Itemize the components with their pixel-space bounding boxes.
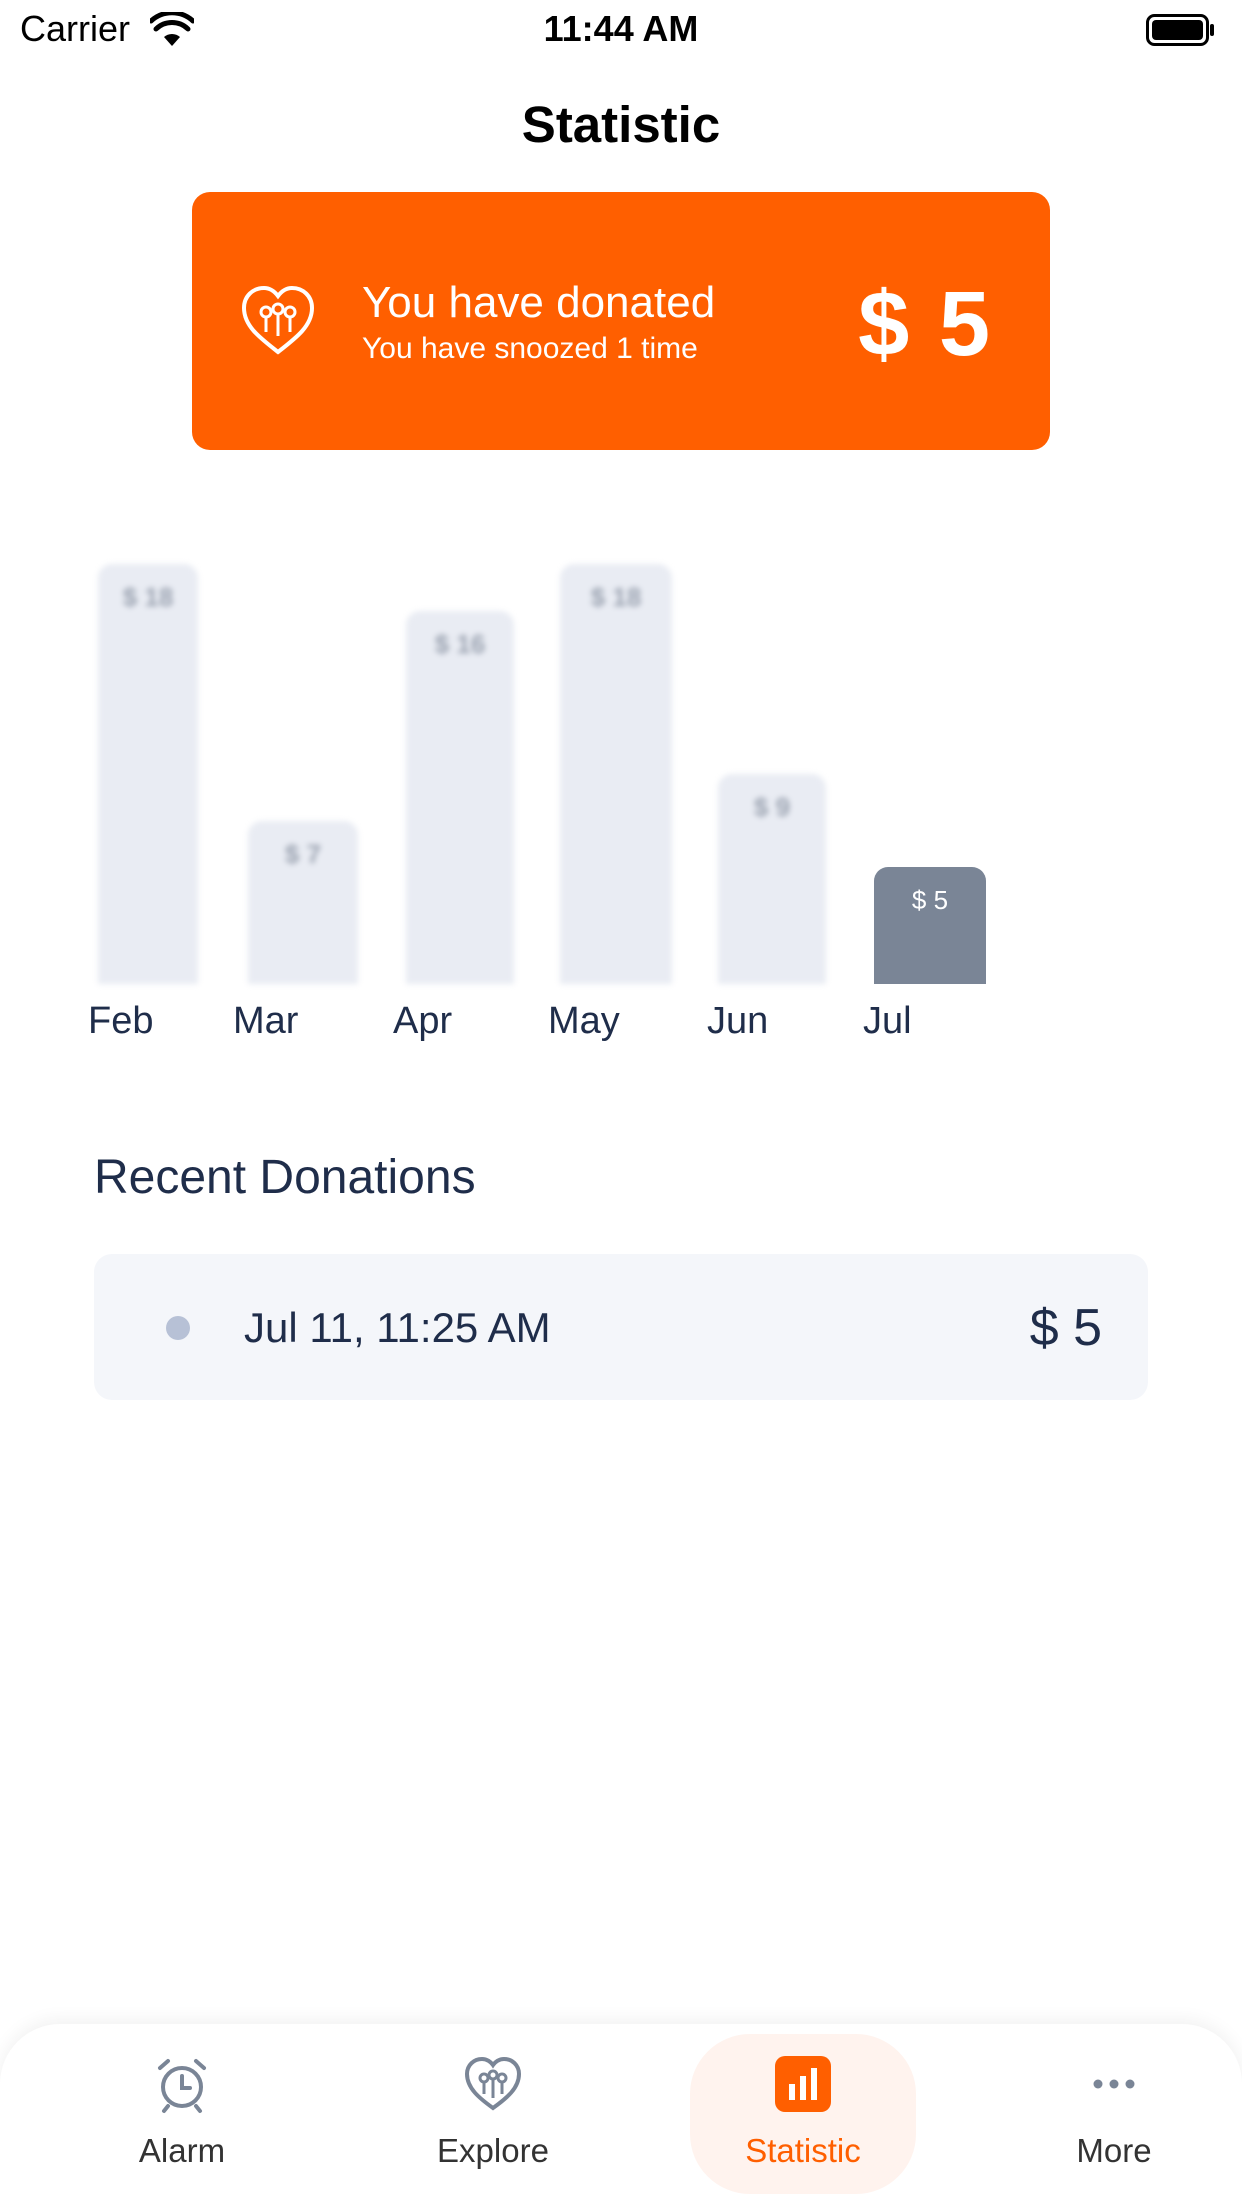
tab-label: Statistic — [745, 2132, 861, 2169]
donated-amount: $ 5 — [858, 273, 992, 375]
chart-bar-jul: $ 5 — [874, 867, 986, 984]
month-label-jul: Jul — [863, 1000, 912, 1042]
page-title: Statistic — [521, 96, 721, 153]
bullet-dot-icon — [166, 1316, 190, 1340]
bar-value-label: $ 9 — [753, 792, 791, 822]
donated-title: You have donated — [362, 278, 716, 327]
tab-explore[interactable]: Explore — [373, 2024, 613, 2208]
recent-donations-title: Recent Donations — [94, 1151, 476, 1204]
status-bar: Carrier 11:44 AM — [0, 0, 1242, 62]
month-label-may: May — [548, 1000, 620, 1042]
month-label-jun: Jun — [707, 1000, 769, 1042]
bar-value-label: $ 18 — [590, 582, 642, 612]
bar-value-label: $ 18 — [122, 582, 174, 612]
bar-chart-icon — [775, 2056, 831, 2112]
donation-amount: $ 5 — [1029, 1299, 1102, 1357]
bar-value-label: $ 16 — [434, 629, 486, 659]
chart-bar-mar: $ 7 — [248, 821, 358, 984]
donation-date: Jul 11, 11:25 AM — [244, 1304, 551, 1351]
chart-bar-jun: $ 9 — [718, 774, 826, 984]
month-label-feb: Feb — [88, 1000, 154, 1042]
bar-value-label: $ 5 — [911, 885, 949, 915]
statistic-screen: Carrier 11:44 AM Statistic You have dona… — [0, 0, 1242, 2208]
bar-value-label: $ 7 — [284, 839, 322, 869]
tab-more[interactable]: More — [994, 2024, 1234, 2208]
snoozed-subtitle: You have snoozed 1 time — [362, 332, 698, 365]
donation-summary-card: You have donated You have snoozed 1 time… — [192, 192, 1050, 450]
heart-people-icon — [464, 2056, 522, 2111]
tab-bar: Alarm Explore Statistic More — [0, 2024, 1242, 2208]
status-time: 11:44 AM — [543, 8, 699, 49]
alarm-clock-icon — [158, 2059, 206, 2113]
chart-bar-may: $ 18 — [560, 564, 672, 984]
more-dots-icon — [1093, 2079, 1135, 2089]
tab-label: Alarm — [138, 2132, 226, 2169]
list-item[interactable]: Jul 11, 11:25 AM $ 5 — [94, 1254, 1148, 1400]
month-label-apr: Apr — [393, 1000, 453, 1042]
monthly-donation-chart: $ 18 Feb $ 7 Mar $ 16 Apr $ 18 May $ 9 Jun $ 5 Jul — [0, 540, 1242, 1060]
heart-people-icon — [241, 285, 315, 355]
month-label-mar: Mar — [233, 1000, 299, 1042]
tab-label: Explore — [437, 2132, 549, 2169]
tab-statistic[interactable]: Statistic — [683, 2024, 923, 2208]
tab-label: More — [1076, 2132, 1152, 2169]
battery-icon — [1146, 14, 1214, 46]
chart-bar-feb: $ 18 — [98, 564, 198, 984]
tab-alarm[interactable]: Alarm — [62, 2024, 302, 2208]
chart-bar-apr: $ 16 — [406, 611, 514, 984]
